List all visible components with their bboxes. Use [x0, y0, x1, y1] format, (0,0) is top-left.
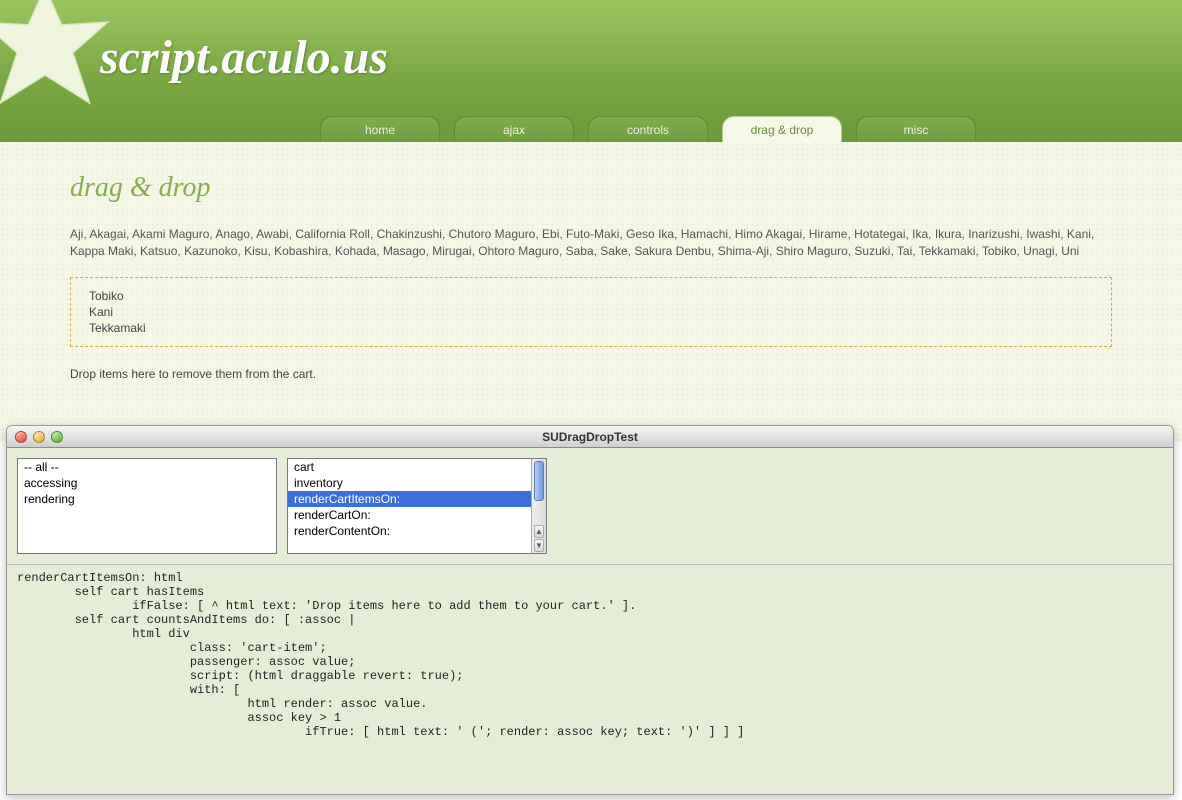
- code-browser-window: SUDragDropTest -- all -- accessing rende…: [6, 425, 1174, 795]
- browser-panes: -- all -- accessing rendering cart inven…: [7, 448, 1173, 564]
- scroll-up-icon[interactable]: ▲: [534, 525, 544, 538]
- list-item[interactable]: cart: [288, 459, 546, 475]
- window-titlebar[interactable]: SUDragDropTest: [7, 426, 1173, 448]
- list-item[interactable]: -- all --: [18, 459, 276, 475]
- list-item[interactable]: accessing: [18, 475, 276, 491]
- site-title: script.aculo.us: [100, 30, 388, 85]
- cart-item[interactable]: Tobiko: [89, 288, 1093, 304]
- method-pane[interactable]: cart inventory renderCartItemsOn: render…: [287, 458, 547, 554]
- list-item[interactable]: rendering: [18, 491, 276, 507]
- window-title: SUDragDropTest: [7, 430, 1173, 444]
- close-icon[interactable]: [15, 431, 27, 443]
- list-item[interactable]: renderCartOn:: [288, 507, 546, 523]
- remove-dropzone-hint[interactable]: Drop items here to remove them from the …: [70, 367, 1112, 381]
- tab-controls[interactable]: controls: [588, 116, 708, 142]
- list-item[interactable]: renderCartItemsOn:: [288, 491, 546, 507]
- minimize-icon[interactable]: [33, 431, 45, 443]
- list-item[interactable]: inventory: [288, 475, 546, 491]
- tab-drag-drop[interactable]: drag & drop: [722, 116, 842, 142]
- code-pane[interactable]: renderCartItemsOn: html self cart hasIte…: [7, 564, 1173, 794]
- starfish-logo: [0, 0, 115, 120]
- window-controls: [7, 431, 63, 443]
- tab-home[interactable]: home: [320, 116, 440, 142]
- list-item[interactable]: renderContentOn:: [288, 523, 546, 539]
- cart-dropzone[interactable]: Tobiko Kani Tekkamaki: [70, 277, 1112, 347]
- scroll-thumb[interactable]: [534, 461, 544, 501]
- method-scrollbar[interactable]: ▲ ▼: [531, 459, 546, 553]
- nav-tabs: home ajax controls drag & drop misc: [320, 116, 976, 142]
- scroll-down-icon[interactable]: ▼: [534, 539, 544, 552]
- tab-misc[interactable]: misc: [856, 116, 976, 142]
- site-header: script.aculo.us home ajax controls drag …: [0, 0, 1182, 142]
- inventory-list[interactable]: Aji, Akagai, Akami Maguro, Anago, Awabi,…: [70, 226, 1112, 261]
- page-body: drag & drop Aji, Akagai, Akami Maguro, A…: [0, 142, 1182, 442]
- page-heading: drag & drop: [70, 172, 1112, 204]
- cart-item[interactable]: Kani: [89, 304, 1093, 320]
- tab-ajax[interactable]: ajax: [454, 116, 574, 142]
- protocol-pane[interactable]: -- all -- accessing rendering: [17, 458, 277, 554]
- zoom-icon[interactable]: [51, 431, 63, 443]
- cart-item[interactable]: Tekkamaki: [89, 320, 1093, 336]
